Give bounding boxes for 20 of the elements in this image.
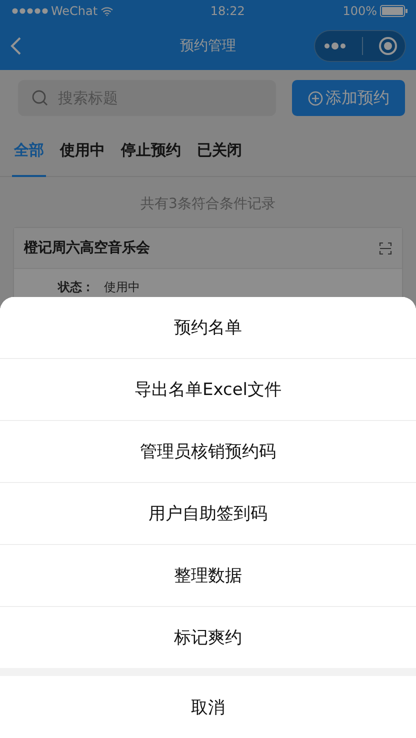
filter-tab[interactable]: 停止预约 bbox=[119, 126, 183, 177]
filter-tab[interactable]: 已关闭 bbox=[195, 126, 244, 177]
search-icon bbox=[32, 90, 48, 106]
battery-level: 100% bbox=[342, 4, 377, 18]
wifi-icon bbox=[100, 6, 113, 16]
carrier-name: WeChat bbox=[51, 4, 98, 18]
cancel-button[interactable]: 取消 bbox=[0, 676, 416, 738]
status-value: 使用中 bbox=[104, 279, 140, 296]
battery-icon bbox=[380, 5, 408, 17]
plus-circle-icon bbox=[308, 90, 322, 106]
status-time: 18:22 bbox=[210, 4, 245, 18]
page-title: 预约管理 bbox=[180, 37, 236, 55]
close-icon[interactable] bbox=[378, 36, 398, 56]
signal-icon bbox=[12, 8, 48, 14]
back-icon[interactable] bbox=[10, 36, 22, 56]
event-title: 橙记周六高空音乐会 bbox=[24, 239, 150, 257]
scan-icon[interactable] bbox=[379, 242, 392, 254]
filter-tab[interactable]: 使用中 bbox=[58, 126, 107, 177]
more-icon[interactable] bbox=[322, 42, 346, 50]
status-label: 状态： bbox=[58, 279, 94, 296]
